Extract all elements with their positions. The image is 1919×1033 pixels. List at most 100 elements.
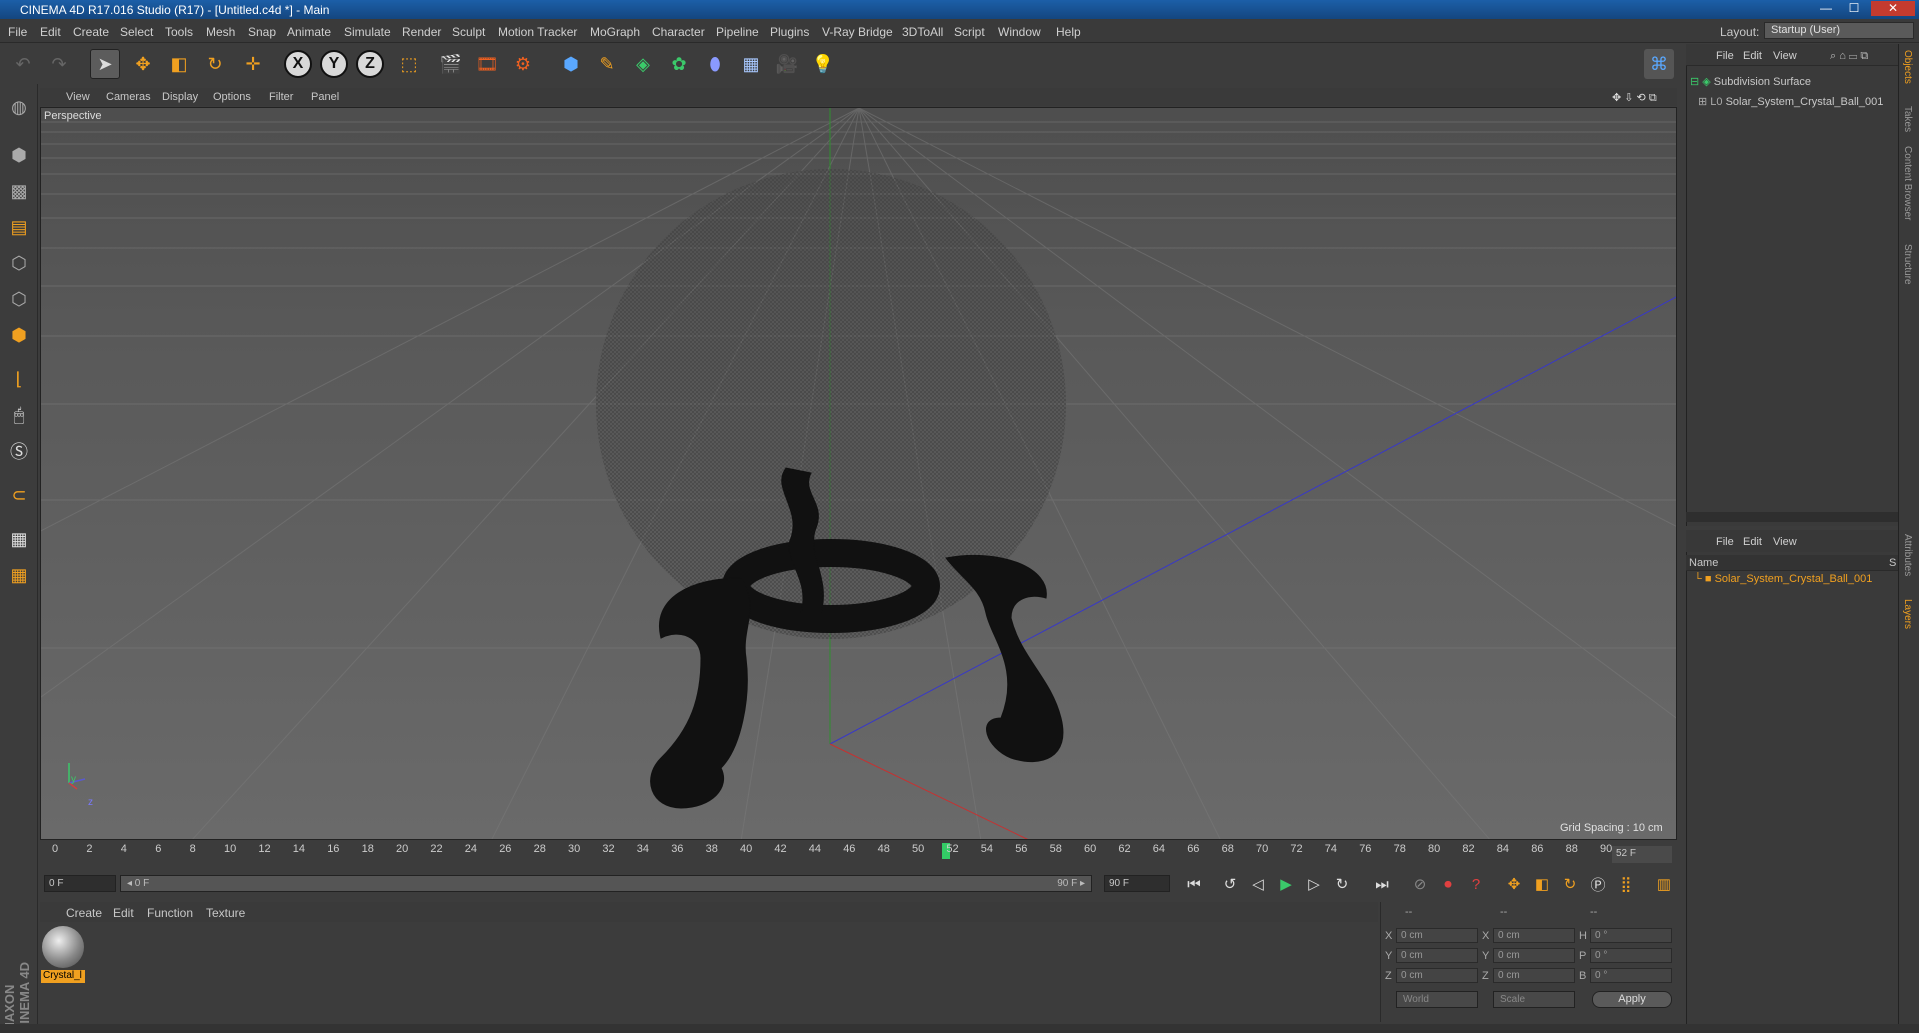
layer-menu-edit[interactable]: Edit: [1743, 536, 1762, 548]
object-row-crystal-ball[interactable]: ⊞ L0 Solar_System_Crystal_Ball_001: [1698, 95, 1883, 108]
play-icon[interactable]: ▶: [1274, 872, 1298, 896]
object-menu-view[interactable]: View: [1773, 50, 1797, 62]
3d-viewport[interactable]: [40, 107, 1677, 840]
model-mode-icon[interactable]: ⬢: [3, 140, 35, 170]
viewport-menu-cameras[interactable]: Cameras: [106, 91, 151, 103]
live-select-icon[interactable]: ✛: [238, 49, 268, 79]
x-axis-lock[interactable]: X: [283, 49, 313, 79]
viewport-camera-label[interactable]: Perspective: [44, 110, 101, 122]
tweak-mode-icon[interactable]: 🖱: [3, 400, 35, 430]
coord-size-z-field[interactable]: 0 cm: [1493, 968, 1575, 983]
layer-menu-file[interactable]: File: [1716, 536, 1734, 548]
viewport-menu-filter[interactable]: Filter: [269, 91, 293, 103]
layer-menu-view[interactable]: View: [1773, 536, 1797, 548]
object-menu-file[interactable]: File: [1716, 50, 1734, 62]
current-frame-field[interactable]: 52 F: [1612, 846, 1672, 863]
cloner-icon[interactable]: ✿: [664, 49, 694, 79]
polygons-mode-icon[interactable]: ⬢: [3, 320, 35, 350]
menu-edit[interactable]: Edit: [40, 25, 61, 39]
viewport-menu-display[interactable]: Display: [162, 91, 198, 103]
go-to-end-icon[interactable]: ⏭: [1370, 872, 1394, 896]
menu-sculpt[interactable]: Sculpt: [452, 25, 485, 39]
previous-key-icon[interactable]: ↺: [1218, 872, 1242, 896]
coord-rot-b-field[interactable]: 0 °: [1590, 968, 1672, 983]
next-key-icon[interactable]: ↻: [1330, 872, 1354, 896]
tab-takes[interactable]: Takes: [1902, 106, 1913, 132]
menu-simulate[interactable]: Simulate: [344, 25, 391, 39]
menu-vray-bridge[interactable]: V-Ray Bridge: [822, 25, 893, 39]
viewport-menu-panel[interactable]: Panel: [311, 91, 339, 103]
points-mode-icon[interactable]: ⬡: [3, 248, 35, 278]
tab-structure[interactable]: Structure: [1902, 244, 1913, 285]
menu-mograph[interactable]: MoGraph: [590, 25, 640, 39]
coord-rot-p-field[interactable]: 0 °: [1590, 948, 1672, 963]
next-frame-icon[interactable]: ▷: [1302, 872, 1326, 896]
undo-icon[interactable]: ↶: [8, 49, 38, 79]
record-keys-icon[interactable]: ⊘: [1408, 872, 1432, 896]
rotate-tool-icon[interactable]: ↻: [200, 49, 230, 79]
tab-attributes[interactable]: Attributes: [1902, 534, 1913, 576]
menu-plugins[interactable]: Plugins: [770, 25, 809, 39]
material-menu-edit[interactable]: Edit: [113, 906, 134, 920]
close-button[interactable]: ✕: [1871, 1, 1915, 16]
key-parameter-icon[interactable]: Ⓟ: [1586, 872, 1610, 896]
menu-snap[interactable]: Snap: [248, 25, 276, 39]
axis-mode-icon[interactable]: ⌊: [3, 364, 35, 394]
workplane-mode-icon[interactable]: ▤: [3, 212, 35, 242]
object-row-subdivision[interactable]: ⊟ ◈ Subdivision Surface: [1690, 75, 1811, 88]
coord-rot-h-field[interactable]: 0 °: [1590, 928, 1672, 943]
minimize-button[interactable]: —: [1813, 1, 1839, 16]
key-pla-icon[interactable]: ⣿: [1614, 872, 1638, 896]
material-name-label[interactable]: Crystal_l: [41, 970, 85, 983]
menu-pipeline[interactable]: Pipeline: [716, 25, 759, 39]
move-tool-icon[interactable]: ✥: [128, 49, 158, 79]
keyframe-selection-icon[interactable]: ?: [1464, 872, 1488, 896]
menu-window[interactable]: Window: [998, 25, 1041, 39]
maximize-button[interactable]: ☐: [1841, 1, 1867, 16]
autokey-icon[interactable]: ⏺: [1436, 872, 1460, 896]
lock-workplane-icon[interactable]: ▦: [3, 524, 35, 554]
render-picture-viewer-icon[interactable]: 🎞: [472, 49, 502, 79]
pen-spline-icon[interactable]: ✎: [592, 49, 622, 79]
timeline-window-icon[interactable]: ▥: [1652, 872, 1676, 896]
key-rotation-icon[interactable]: ↻: [1558, 872, 1582, 896]
coord-size-mode-dropdown[interactable]: Scale: [1493, 991, 1575, 1008]
viewport-menu-view[interactable]: View: [66, 91, 90, 103]
scale-tool-icon[interactable]: ◧: [164, 49, 194, 79]
material-menu-create[interactable]: Create: [66, 906, 102, 920]
select-tool-icon[interactable]: ➤: [90, 49, 120, 79]
menu-render[interactable]: Render: [402, 25, 441, 39]
light-icon[interactable]: 💡: [808, 49, 838, 79]
coord-size-x-field[interactable]: 0 cm: [1493, 928, 1575, 943]
apply-button[interactable]: Apply: [1592, 991, 1672, 1008]
object-menu-edit[interactable]: Edit: [1743, 50, 1762, 62]
planar-workplane-icon[interactable]: ▦: [3, 560, 35, 590]
material-swatch[interactable]: [42, 926, 84, 968]
menu-create[interactable]: Create: [73, 25, 109, 39]
viewport-menu-options[interactable]: Options: [213, 91, 251, 103]
subdivision-surface-icon[interactable]: ◈: [628, 49, 658, 79]
frame-range-slider[interactable]: ◂ 0 F 90 F ▸: [120, 875, 1092, 892]
coord-pos-x-field[interactable]: 0 cm: [1396, 928, 1478, 943]
python-icon[interactable]: ⌘: [1644, 49, 1674, 79]
magnet-icon[interactable]: ⊂: [3, 480, 35, 510]
coord-size-y-field[interactable]: 0 cm: [1493, 948, 1575, 963]
menu-tools[interactable]: Tools: [165, 25, 193, 39]
redo-icon[interactable]: ↷: [44, 49, 74, 79]
menu-script[interactable]: Script: [954, 25, 985, 39]
z-axis-lock[interactable]: Z: [355, 49, 385, 79]
start-frame-field[interactable]: 0 F: [44, 875, 116, 892]
coord-pos-z-field[interactable]: 0 cm: [1396, 968, 1478, 983]
y-axis-lock[interactable]: Y: [319, 49, 349, 79]
end-frame-field[interactable]: 90 F: [1104, 875, 1170, 892]
menu-3dtoall[interactable]: 3DToAll: [902, 25, 943, 39]
menu-mesh[interactable]: Mesh: [206, 25, 235, 39]
timeline-ruler[interactable]: 0 2 4 6 8 10 12 14 16 18 20 22 24 26 28 30 32 34 36 38 40 42 4…: [40, 841, 1677, 865]
menu-select[interactable]: Select: [120, 25, 153, 39]
coordinate-system-icon[interactable]: ⬚: [394, 49, 424, 79]
material-menu-texture[interactable]: Texture: [206, 906, 245, 920]
key-position-icon[interactable]: ✥: [1502, 872, 1526, 896]
edges-mode-icon[interactable]: ⬡: [3, 284, 35, 314]
camera-icon[interactable]: 🎥: [772, 49, 802, 79]
tab-objects[interactable]: Objects: [1902, 50, 1913, 84]
